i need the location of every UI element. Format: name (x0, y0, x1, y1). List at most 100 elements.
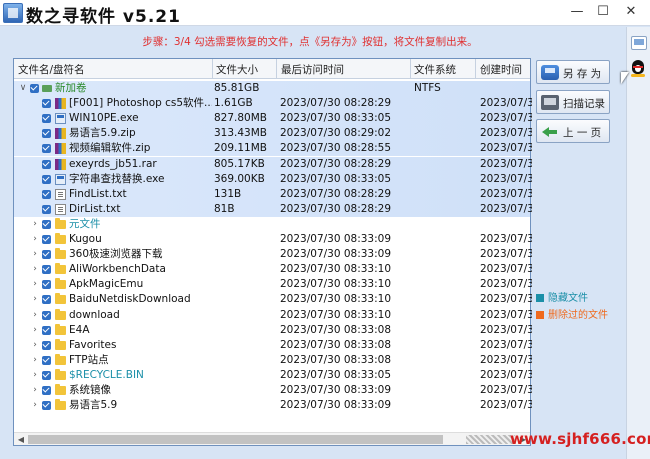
row-checkbox[interactable] (42, 325, 51, 335)
expand-toggle-icon[interactable]: › (30, 353, 40, 368)
row-checkbox[interactable] (42, 144, 51, 154)
row-checkbox[interactable] (42, 174, 51, 184)
table-row[interactable]: › 易语言5.9 2023/07/30 08:33:09 2023/07/3 (14, 398, 532, 413)
legend-hidden-label: 隐藏文件 (548, 293, 588, 304)
prev-page-button[interactable]: 上 一 页 (536, 119, 610, 143)
expand-toggle-icon[interactable]: › (30, 292, 40, 307)
row-checkbox[interactable] (42, 370, 51, 380)
last-accessed: 2023/07/30 08:33:08 (280, 338, 392, 351)
maximize-button[interactable]: ☐ (593, 2, 613, 22)
expand-toggle-icon[interactable]: › (30, 368, 40, 383)
row-checkbox[interactable] (42, 250, 51, 260)
qq-penguin-icon[interactable] (629, 58, 647, 78)
tree-root-row[interactable]: ∨ 新加卷 85.81GB NTFS (14, 81, 530, 96)
expand-toggle-icon[interactable]: › (30, 383, 40, 398)
created-time: 2023/07/3 (480, 368, 532, 381)
window-preview-icon[interactable] (631, 36, 647, 50)
table-row[interactable]: › Kugou 2023/07/30 08:33:09 2023/07/3 (14, 232, 532, 247)
column-header-accessed[interactable]: 最后访问时间 (281, 62, 344, 77)
row-checkbox[interactable] (42, 265, 51, 275)
save-as-button[interactable]: 另 存 为 (536, 60, 610, 84)
column-header-name[interactable]: 文件名/盘符名 (18, 62, 85, 77)
row-checkbox[interactable] (42, 295, 51, 305)
minimize-button[interactable]: — (567, 2, 587, 22)
expand-toggle-icon[interactable]: › (30, 398, 40, 413)
row-checkbox[interactable] (42, 219, 51, 229)
table-row[interactable]: › download 2023/07/30 08:33:10 2023/07/3 (14, 308, 532, 323)
last-accessed: 2023/07/30 08:28:29 (280, 97, 392, 110)
table-row[interactable]: [F001] Photoshop cs5软件... 1.61GB 2023/07/3… (14, 96, 532, 112)
created-time: 2023/07/3 (480, 338, 532, 351)
table-row[interactable]: › FTP站点 2023/07/30 08:33:08 2023/07/3 (14, 353, 532, 368)
created-time: 2023/07/3 (480, 399, 532, 412)
folder-icon (55, 217, 66, 229)
row-checkbox[interactable] (30, 84, 39, 93)
file-size: 131B (214, 187, 242, 200)
scroll-track[interactable] (28, 435, 515, 444)
row-checkbox[interactable] (42, 159, 51, 169)
row-checkbox[interactable] (42, 189, 51, 199)
save-icon (541, 65, 559, 80)
row-checkbox[interactable] (42, 340, 51, 350)
table-row[interactable]: › 元文件 (14, 217, 530, 232)
close-button[interactable]: ✕ (621, 2, 641, 22)
table-row[interactable]: 易语言5.9.zip 313.43MB 2023/07/30 08:29:02 202… (14, 126, 532, 142)
expand-toggle-icon[interactable]: › (30, 308, 40, 323)
row-checkbox[interactable] (42, 99, 51, 109)
file-name: WIN10PE.exe (69, 112, 139, 125)
table-row[interactable]: › 系统镜像 2023/07/30 08:33:09 2023/07/3 (14, 383, 532, 398)
expand-toggle-icon[interactable]: › (30, 262, 40, 277)
scan-record-label: 扫描记录 (563, 98, 605, 110)
expand-toggle-icon[interactable]: › (30, 277, 40, 292)
expand-toggle-icon[interactable]: › (30, 232, 40, 247)
mouse-cursor-icon (621, 72, 631, 86)
expand-toggle-icon[interactable]: › (30, 217, 40, 232)
table-row[interactable]: DirList.txt 81B 2023/07/30 08:28:29 2023/07… (14, 201, 532, 217)
row-checkbox[interactable] (42, 204, 51, 214)
row-checkbox[interactable] (42, 401, 51, 411)
column-divider[interactable] (276, 59, 277, 79)
table-row[interactable]: WIN10PE.exe 827.80MB 2023/07/30 08:33:05 20… (14, 111, 532, 127)
expand-toggle-icon[interactable]: › (30, 338, 40, 353)
created-time: 2023/07/3 (480, 172, 532, 185)
expand-toggle-icon[interactable]: › (30, 323, 40, 338)
table-row[interactable]: FindList.txt 131B 2023/07/30 08:28:29 2023/… (14, 186, 532, 202)
column-header-size[interactable]: 文件大小 (216, 62, 258, 77)
table-row[interactable]: › BaiduNetdiskDownload 2023/07/30 08:33:10… (14, 292, 532, 307)
table-row[interactable]: › ApkMagicEmu 2023/07/30 08:33:10 2023/07/3 (14, 277, 532, 292)
scan-record-button[interactable]: 扫描记录 (536, 90, 610, 114)
scroll-thumb[interactable] (28, 435, 443, 444)
file-name: 360极速浏览器下载 (69, 248, 163, 261)
table-row[interactable]: 字符串查找替换.exe 369.00KB 2023/07/30 08:33:05 20… (14, 171, 532, 187)
column-divider[interactable] (475, 59, 476, 79)
row-checkbox[interactable] (42, 235, 51, 244)
scanner-icon (541, 95, 559, 110)
row-checkbox[interactable] (42, 310, 51, 320)
last-accessed: 2023/07/30 08:33:10 (280, 263, 392, 276)
table-row[interactable]: exeyrds_jb51.rar 805.17KB 2023/07/30 08:28… (14, 156, 532, 172)
row-checkbox[interactable] (42, 114, 51, 124)
column-divider[interactable] (410, 59, 411, 79)
row-checkbox[interactable] (42, 280, 51, 290)
column-divider[interactable] (212, 59, 213, 79)
folder-icon (55, 399, 66, 411)
column-header-filesystem[interactable]: 文件系统 (414, 62, 456, 77)
last-accessed: 2023/07/30 08:33:05 (280, 172, 392, 185)
table-row[interactable]: 视频编辑软件.zip 209.11MB 2023/07/30 08:28:55 202… (14, 141, 532, 157)
row-checkbox[interactable] (42, 355, 51, 365)
column-header-created[interactable]: 创建时间 (480, 62, 522, 77)
table-row[interactable]: › AliWorkbenchData 2023/07/30 08:33:10 2023… (14, 262, 532, 277)
table-row[interactable]: › 360极速浏览器下载 2023/07/30 08:33:09 2023/07/3 (14, 247, 532, 262)
table-row[interactable]: › Favorites 2023/07/30 08:33:08 2023/07/3 (14, 338, 532, 353)
expand-toggle-icon[interactable]: › (30, 247, 40, 262)
folder-icon (55, 293, 66, 305)
scroll-left-arrow-icon[interactable]: ◀ (15, 434, 27, 445)
file-name: Favorites (69, 338, 117, 351)
created-time: 2023/07/3 (480, 248, 532, 261)
table-row[interactable]: › $RECYCLE.BIN 2023/07/30 08:33:05 2023/07/… (14, 368, 532, 383)
row-checkbox[interactable] (42, 129, 51, 139)
table-row[interactable]: › E4A 2023/07/30 08:33:08 2023/07/3 (14, 323, 532, 338)
horizontal-scrollbar[interactable]: ◀ ▶ (14, 432, 530, 445)
expand-toggle-icon[interactable]: ∨ (18, 81, 28, 96)
row-checkbox[interactable] (42, 386, 51, 395)
